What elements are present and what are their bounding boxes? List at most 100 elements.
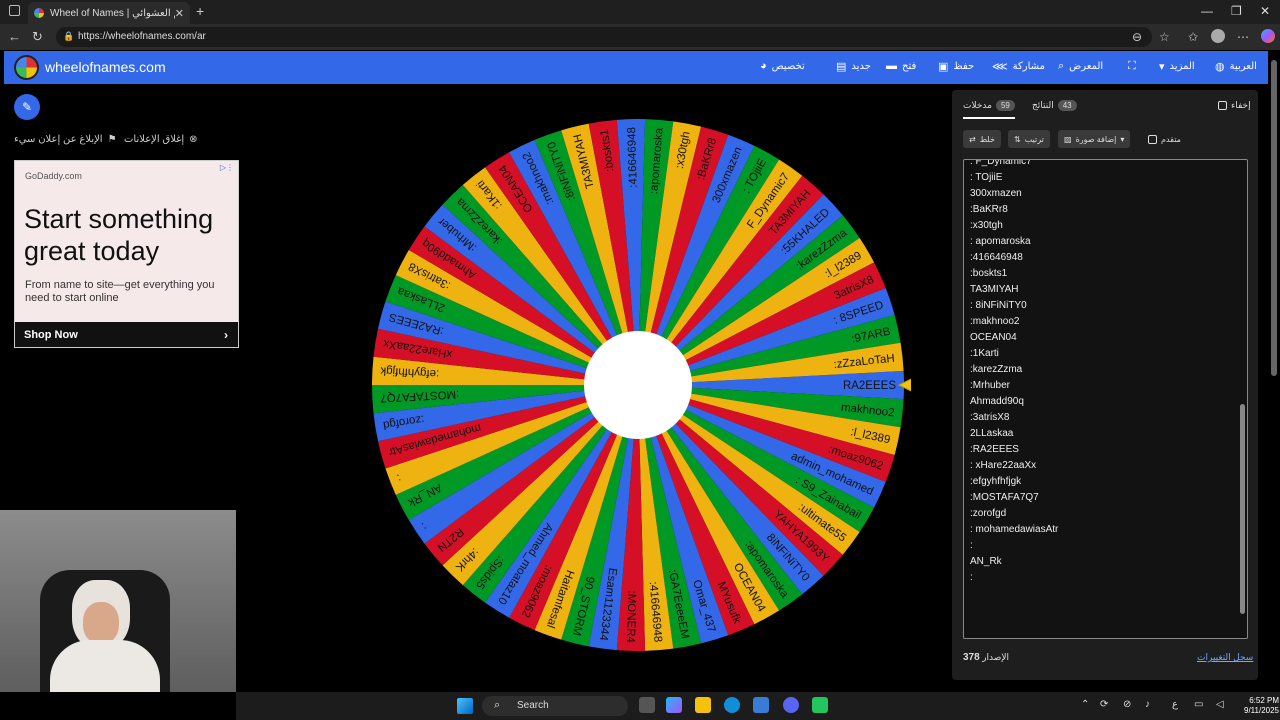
tray-network-icon[interactable]: ▭ (1194, 699, 1203, 710)
nav-gallery[interactable]: ⌕ المعرض (1058, 60, 1103, 73)
ad-choices-icon[interactable]: ▷⋮ (220, 163, 234, 172)
edit-pencil-button[interactable]: ✎ (14, 94, 40, 120)
copilot-app-icon[interactable] (666, 697, 682, 713)
report-ad-link[interactable]: الإبلاغ عن إعلان سيء ⚑ (14, 134, 117, 145)
url-field[interactable]: 🔒 https://wheelofnames.com/ar (56, 27, 1152, 47)
favorites-icon[interactable]: ✩ (1188, 30, 1198, 44)
taskbar-clock[interactable]: 6:52 PM 9/11/2025 (1237, 696, 1279, 716)
entry-line: :zorofgd (970, 508, 1007, 519)
ad-body: From name to site—get everything you nee… (25, 279, 215, 304)
entries-textarea[interactable]: : F_Dynamic7: TOjiiE 300xmazen:BaKRr8:x30… (963, 159, 1248, 639)
entry-line: : mohamedawiasAtr (970, 524, 1059, 535)
browser-tab[interactable]: Wheel of Names | الاسم العشوائي ✕ (28, 2, 190, 24)
shop-now-label: Shop Now (24, 329, 78, 341)
back-icon[interactable]: ← (8, 29, 21, 44)
profile-avatar[interactable] (1211, 29, 1225, 43)
minimize-icon[interactable]: — (1201, 4, 1213, 18)
refresh-icon[interactable]: ↻ (32, 29, 43, 45)
copilot-icon[interactable] (1261, 29, 1275, 43)
spin-wheel[interactable]: RA2EEESmakhnoo2:l_l2389:moaz9062admin_mo… (365, 114, 911, 660)
entries-panel: مدخلات 59 النتائج 43 إخفاء ⇄ خلط ⇅ ترتيب… (952, 90, 1258, 680)
wheel-slice-label: RA2EEES (843, 380, 896, 392)
file-explorer-icon[interactable] (695, 697, 711, 713)
entry-line: : 8iNFiNiTY0 (970, 300, 1027, 311)
favorite-star-icon[interactable]: ☆ (1159, 30, 1170, 44)
tray-chevron-icon[interactable]: ⌃ (1081, 699, 1089, 710)
share-icon: ⋘ (992, 61, 1008, 73)
task-view-icon[interactable] (639, 697, 655, 713)
entry-line: : apomaroska (970, 236, 1031, 247)
new-tab-icon[interactable]: + (196, 3, 204, 19)
tray-mute-icon[interactable]: ⊘ (1123, 699, 1131, 710)
entry-line: :BaKRr8 (970, 204, 1008, 215)
entry-line: :RA2EEES (970, 444, 1019, 455)
tab-entries[interactable]: مدخلات 59 (963, 100, 1015, 119)
tab-actions-icon[interactable] (9, 5, 20, 16)
panel-tabs: مدخلات 59 النتائج 43 إخفاء (952, 90, 1258, 120)
entries-scrollbar[interactable] (1240, 404, 1245, 614)
nav-open-label: فتح (902, 60, 917, 72)
nav-language[interactable]: ◍ العربية (1215, 60, 1257, 73)
brand-title[interactable]: wheelofnames.com (45, 59, 166, 75)
tab-results-count: 43 (1057, 100, 1077, 111)
tray-language[interactable]: ع (1172, 699, 1178, 710)
hide-toggle[interactable]: إخفاء (1218, 100, 1251, 111)
flag-icon: ⚑ (107, 134, 117, 145)
tab-results-label: النتائج (1032, 100, 1054, 110)
nav-more[interactable]: ▾ المزيد (1159, 60, 1195, 73)
entry-line: :Mrhuber (970, 380, 1011, 391)
changelog-link[interactable]: سجل التغييرات (1197, 652, 1253, 663)
edge-browser-icon[interactable] (724, 697, 740, 713)
tray-sync-icon[interactable]: ⟳ (1100, 699, 1108, 710)
wheel-logo-icon[interactable] (14, 55, 39, 80)
store-icon[interactable] (753, 697, 769, 713)
nav-customize[interactable]: ◕ تخصيص (760, 60, 805, 72)
folder-icon: ▬ (886, 60, 897, 72)
wheel-center[interactable] (584, 331, 692, 439)
add-image-label: إضافة صورة (1075, 134, 1117, 144)
tab-results[interactable]: النتائج 43 (1032, 100, 1077, 111)
windows-taskbar: ⌕ Search ⌃ ⟳ ⊘ ♪ ع ▭ ◁ 6:52 PM 9/11/2025 (236, 692, 1280, 720)
menu-dots-icon[interactable]: ⋯ (1237, 30, 1249, 44)
advanced-toggle[interactable]: متقدم (1142, 130, 1187, 148)
tab-entries-count: 59 (995, 100, 1015, 111)
tab-title: Wheel of Names | الاسم العشوائي (50, 7, 175, 19)
shuffle-icon: ⇄ (969, 134, 976, 144)
hide-label: إخفاء (1231, 100, 1251, 110)
ad-headline: Start something great today (24, 204, 214, 266)
nav-fullscreen[interactable]: ⛶ (1128, 60, 1136, 73)
windows-start-icon[interactable] (457, 698, 473, 714)
hide-checkbox[interactable] (1218, 101, 1227, 110)
nav-open[interactable]: ▬ فتح (886, 60, 916, 72)
page-scrollbar[interactable] (1271, 60, 1277, 376)
entry-line: TA3MIYAH (970, 284, 1019, 295)
reader-icon[interactable]: ⊖ (1132, 30, 1142, 44)
nav-share[interactable]: ⋘ مشاركة (992, 60, 1045, 73)
close-ads-link[interactable]: إغلاق الإعلانات ⊗ (124, 134, 198, 145)
advertisement[interactable]: GoDaddy.com ▷⋮ Start something great tod… (14, 160, 239, 348)
app-icon[interactable] (812, 697, 828, 713)
sort-button[interactable]: ⇅ ترتيب (1008, 130, 1050, 148)
nav-save[interactable]: ▣ حفظ (938, 60, 974, 73)
discord-icon[interactable] (783, 697, 799, 713)
entry-line: :makhnoo2 (970, 316, 1020, 327)
nav-new[interactable]: ▤ جديد (836, 60, 871, 73)
webcam-overlay (0, 510, 236, 692)
nav-gallery-label: المعرض (1069, 61, 1104, 72)
entry-line: 2LLaskaa (970, 428, 1014, 439)
advanced-checkbox[interactable] (1148, 134, 1157, 144)
taskbar-search[interactable]: ⌕ Search (482, 696, 628, 716)
entry-line: :416646948 (970, 252, 1023, 263)
address-bar-row: ← ↻ 🔒 https://wheelofnames.com/ar ⊖ ☆ ✩ … (0, 24, 1280, 50)
close-window-icon[interactable]: ✕ (1260, 4, 1270, 18)
report-ad-label: الإبلاغ عن إعلان سيء (14, 134, 103, 145)
tab-entries-label: مدخلات (963, 100, 992, 110)
tray-mic-icon[interactable]: ♪ (1145, 699, 1150, 710)
shop-now-button[interactable]: Shop Now › (15, 322, 238, 347)
tray-volume-icon[interactable]: ◁ (1216, 699, 1224, 710)
shuffle-button[interactable]: ⇄ خلط (963, 130, 1001, 148)
close-tab-icon[interactable]: ✕ (175, 7, 184, 20)
restore-icon[interactable]: ❐ (1231, 4, 1242, 18)
add-image-button[interactable]: ▨ إضافة صورة ▾ (1058, 130, 1131, 148)
wheel-favicon-icon (34, 8, 44, 18)
